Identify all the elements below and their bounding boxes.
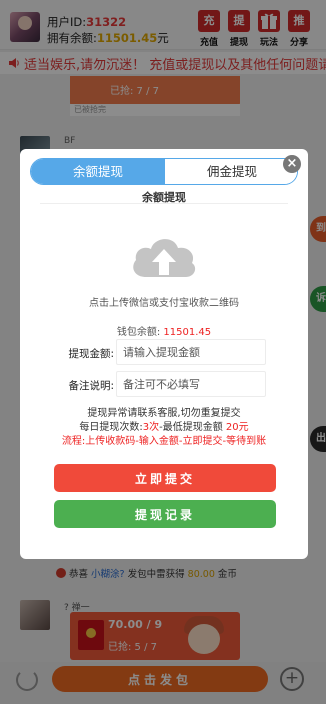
tab-balance-withdraw[interactable]: 余额提现 — [31, 159, 165, 184]
submit-button[interactable]: 立即提交 — [54, 464, 276, 492]
cloud-upload-icon[interactable] — [128, 229, 200, 281]
withdraw-tabs: 余额提现 佣金提现 — [30, 158, 298, 185]
wallet-label: 钱包余额: — [116, 327, 161, 338]
note-label: 备注说明: — [68, 380, 114, 392]
withdraw-limits: 每日提现次数:3次-最低提现金额 20元 — [20, 418, 308, 433]
divider — [40, 203, 288, 204]
withdraw-warning: 提现异常请联系客服,切勿重复提交 — [87, 408, 241, 419]
amount-input[interactable] — [116, 339, 266, 365]
wallet-balance: 钱包余额: 11501.45 — [20, 323, 308, 338]
upload-hint: 点击上传微信或支付宝收款二维码 — [89, 298, 239, 309]
amount-label: 提现金额: — [68, 348, 114, 360]
withdraw-record-button[interactable]: 提现记录 — [54, 500, 276, 528]
tab-commission-withdraw[interactable]: 佣金提现 — [165, 159, 297, 184]
withdraw-process: 流程:上传收款码-输入金额-立即提交-等待到账 — [61, 436, 267, 447]
wallet-value: 11501.45 — [163, 327, 212, 338]
close-icon[interactable]: × — [283, 155, 301, 173]
note-input[interactable] — [116, 371, 266, 397]
withdraw-modal: 余额提现 佣金提现 余额提现 点击上传微信或支付宝收款二维码 钱包余额: 115… — [20, 149, 308, 559]
